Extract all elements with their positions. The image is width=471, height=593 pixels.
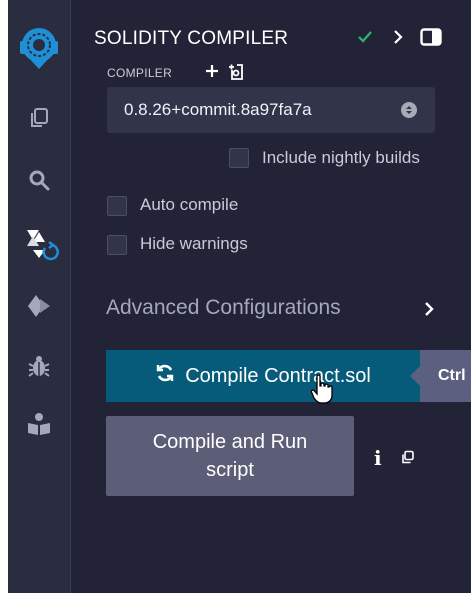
add-compiler-icon[interactable]: [204, 63, 220, 84]
remix-logo-icon[interactable]: [8, 18, 70, 74]
advanced-configurations-toggle[interactable]: Advanced Configurations: [106, 296, 341, 320]
learneth-icon[interactable]: [8, 406, 70, 442]
copy-icon[interactable]: [401, 450, 415, 469]
compile-button-label: Compile Contract.sol: [185, 364, 371, 387]
icon-panel: [8, 0, 70, 593]
compiler-panel: SOLIDITY COMPILER COMPILER 0.8.26+commit…: [71, 0, 471, 593]
load-compiler-file-icon[interactable]: [228, 63, 246, 86]
compile-and-run-line2: script: [206, 459, 254, 481]
auto-compile-checkbox[interactable]: [107, 196, 127, 216]
compile-button[interactable]: Compile Contract.sol: [106, 350, 420, 402]
panel-title: SOLIDITY COMPILER: [94, 28, 289, 49]
solidity-compiler-icon[interactable]: [8, 222, 70, 266]
hide-warnings-checkbox[interactable]: [107, 235, 127, 255]
compile-and-run-line1: Compile and Run: [152, 431, 308, 453]
hand-cursor-icon: [310, 374, 333, 409]
select-arrows-icon: [401, 102, 417, 118]
window-edge: [0, 0, 8, 593]
file-explorer-icon[interactable]: [8, 100, 70, 136]
chevron-right-icon[interactable]: [392, 24, 404, 50]
panel-toggle-icon[interactable]: [420, 24, 442, 50]
hide-warnings-label: Hide warnings: [140, 234, 248, 253]
shortcut-text: Ctrl: [438, 367, 466, 384]
advanced-chevron-icon[interactable]: [423, 300, 435, 323]
compiler-version-select[interactable]: 0.8.26+commit.8a97fa7a: [107, 87, 435, 133]
search-icon[interactable]: [8, 162, 70, 198]
compiler-version-value: 0.8.26+commit.8a97fa7a: [124, 100, 312, 119]
debugger-icon[interactable]: [8, 348, 70, 384]
deploy-run-icon[interactable]: [8, 288, 70, 324]
shortcut-tooltip: Ctrl: [410, 350, 471, 402]
check-icon: [357, 24, 373, 50]
info-icon[interactable]: i: [374, 446, 382, 470]
refresh-icon: [155, 363, 175, 389]
compiler-label: COMPILER: [107, 66, 173, 80]
compile-and-run-button[interactable]: Compile and Run script: [106, 416, 354, 496]
nightly-builds-checkbox[interactable]: [229, 148, 249, 168]
nightly-builds-label: Include nightly builds: [262, 148, 420, 167]
auto-compile-label: Auto compile: [140, 195, 239, 214]
